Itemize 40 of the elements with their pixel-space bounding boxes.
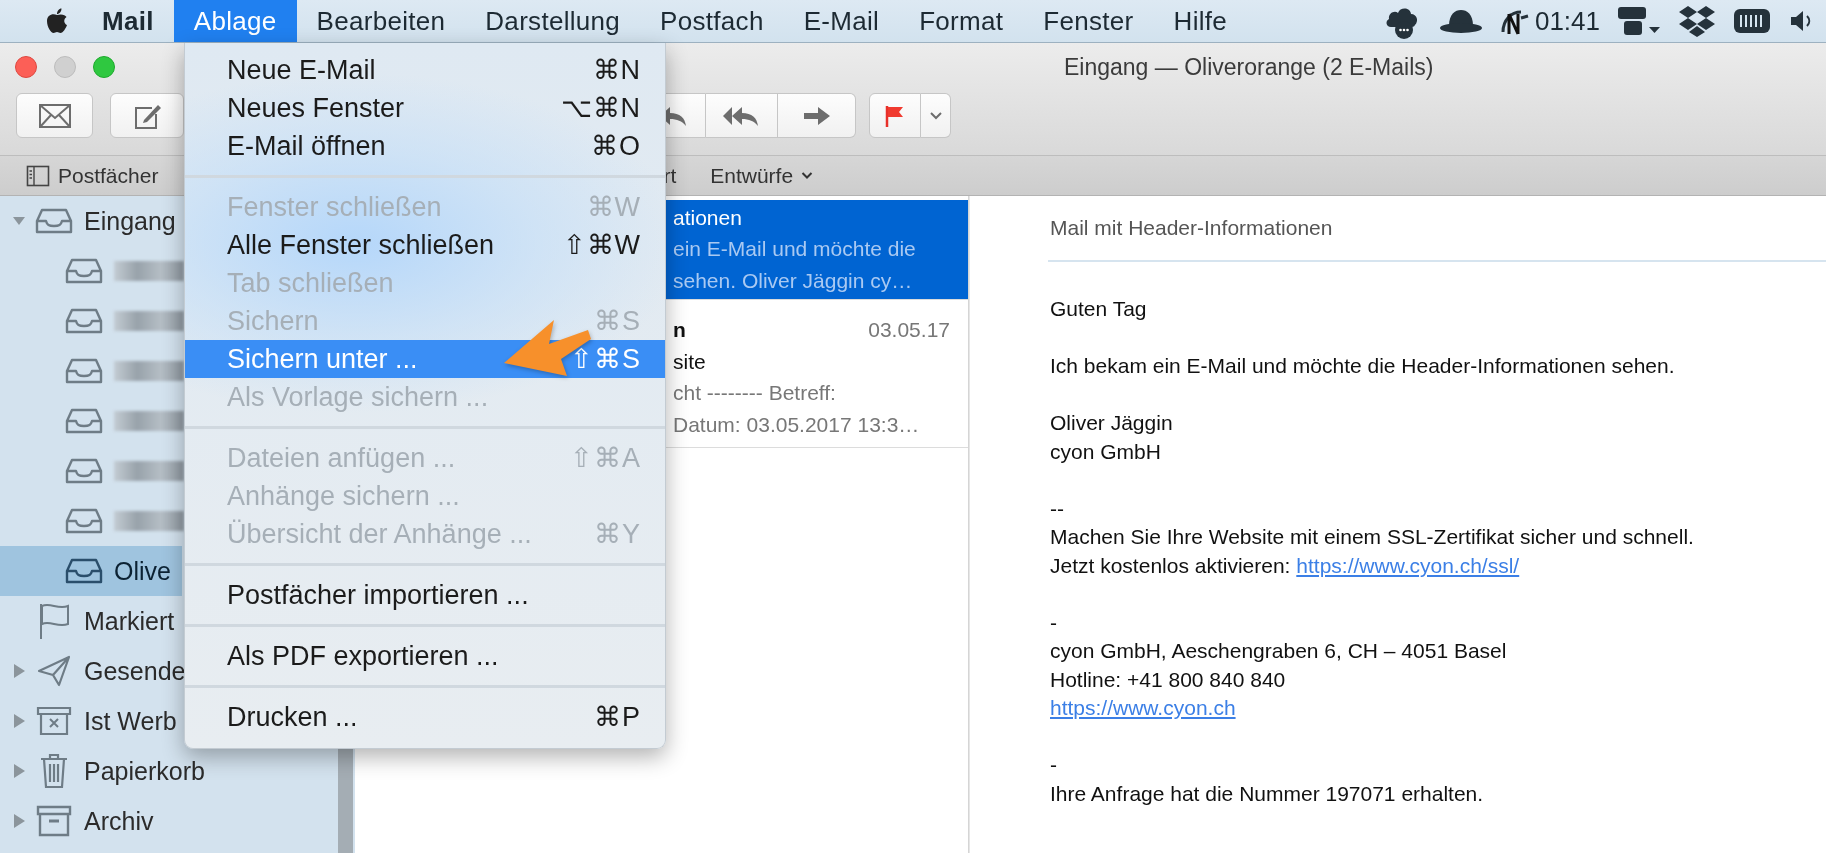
sidebar-label: Papierkorb — [84, 756, 205, 786]
body-text: Guten Tag — [1050, 296, 1148, 322]
message-preview: ein E-Mail und möchte die — [673, 236, 917, 262]
message-date: 03.05.17 — [868, 318, 950, 342]
message-subject: ationen — [673, 205, 743, 231]
sidebar-label: Markiert — [84, 606, 175, 636]
body-text: -- — [1050, 495, 1065, 522]
sidebar-label: Archiv — [84, 806, 154, 836]
shortcut-label: ⌘Y — [594, 518, 641, 550]
clock-text: 01:41 — [1534, 5, 1600, 37]
body-text: - — [1050, 752, 1058, 778]
window-title: Eingang — Oliverorange (2 E-Mails) — [1064, 54, 1434, 81]
body-text: Machen Sie Ihre Website mit einem SSL-Zertifikat sicher und schnell. — [1050, 524, 1695, 550]
shortcut-label: ⇧⌘S — [570, 343, 641, 375]
body-text: Oliver Jäggin — [1050, 410, 1174, 436]
shortcut-label: ⌘N — [592, 54, 641, 86]
shortcut-label: ⌘O — [591, 130, 641, 162]
body-text: cyon GmbH — [1050, 438, 1162, 465]
sidebar-label: Ist Werb — [84, 706, 177, 736]
body-text: Ich bekam ein E-Mail und möchte die Header-Informationen sehen. — [1050, 353, 1676, 379]
shortcut-label: ⇧⌘W — [562, 229, 641, 261]
message-subject: Mail mit Header-Informationen — [1050, 215, 1334, 241]
shortcut-label: ⌘S — [594, 305, 641, 337]
body-text: Hotline: +41 800 840 840 — [1050, 666, 1287, 693]
sender-name: n — [673, 318, 686, 342]
message-preview: Datum: 03.05.2017 13:3… — [673, 412, 921, 438]
body-text: Ihre Anfrage hat die Nummer 197071 erhalten. — [1050, 780, 1485, 807]
body-text: cyon GmbH, Aeschengraben 6, CH – 4051 Basel — [1050, 638, 1508, 664]
sidebar-label: Eingang — [84, 206, 176, 236]
shortcut-label: ⇧⌘A — [570, 442, 641, 474]
shortcut-label: ⌥⌘N — [560, 92, 641, 124]
shortcut-label: ⌘P — [594, 701, 641, 733]
message-subject: site — [673, 349, 707, 375]
body-text: Jetzt kostenlos aktivieren: https://www.cyon.ch/ssl/ — [1050, 552, 1521, 579]
body-text: - — [1050, 609, 1058, 636]
message-preview: sehen. Oliver Jäggin cy… — [673, 268, 914, 294]
message-preview: cht -------- Betreff: — [673, 380, 837, 406]
shortcut-label: ⌘W — [586, 191, 641, 223]
sidebar-label: Olive — [114, 556, 171, 586]
sidebar-label: Gesende — [84, 656, 186, 686]
